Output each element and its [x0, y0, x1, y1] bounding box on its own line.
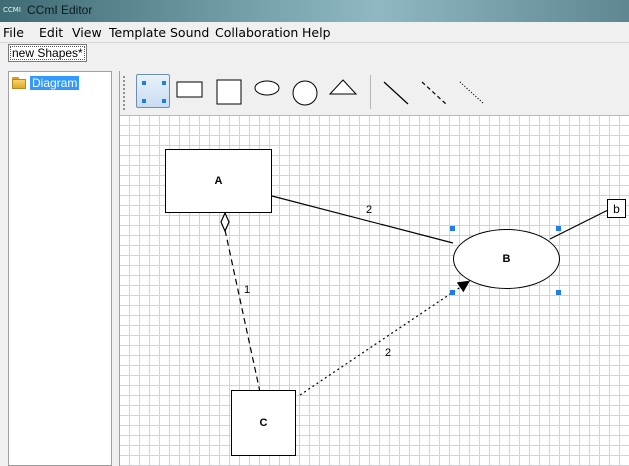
edge-a-b	[271, 195, 454, 244]
node-small-b-label: b	[613, 201, 620, 216]
edge-b-small	[549, 209, 609, 240]
selection-handle-bottom-right[interactable]	[556, 290, 561, 295]
edge-a-c-label: 1	[244, 284, 251, 296]
selection-handle-top-right[interactable]	[556, 226, 561, 231]
node-b[interactable]: B	[453, 229, 560, 289]
menu-bar: File Edit View Template Sound Collaborat…	[0, 22, 629, 43]
tab-new-shapes[interactable]: new Shapes*	[8, 44, 87, 62]
tree-item-diagram[interactable]: Diagram	[12, 76, 80, 90]
node-c-label: C	[259, 417, 268, 429]
rectangle-tool-button[interactable]	[173, 74, 207, 108]
ellipse-icon	[254, 80, 280, 96]
menu-collaboration[interactable]: Collaboration	[215, 25, 298, 40]
triangle-icon	[328, 79, 358, 95]
diagram-tree: Diagram	[8, 71, 112, 466]
menu-help[interactable]: Help	[302, 25, 331, 40]
node-small-b[interactable]: b	[607, 199, 626, 218]
menu-sound[interactable]: Sound	[170, 25, 209, 40]
square-tool-button[interactable]	[211, 74, 245, 108]
edge-a-b-label: 2	[366, 204, 373, 216]
title-bar: CCMI CCmI Editor	[0, 0, 629, 22]
diagram-editor: A B C b 2 1 2	[119, 71, 629, 466]
folder-icon	[12, 77, 26, 89]
selection-handle-bottom-left[interactable]	[450, 290, 455, 295]
selection-handle-top-left[interactable]	[450, 226, 455, 231]
circle-icon	[292, 80, 318, 106]
select-tool-button[interactable]	[136, 74, 170, 108]
toolbar-grip[interactable]	[122, 75, 126, 111]
shape-toolbar	[120, 71, 629, 115]
node-c[interactable]: C	[231, 390, 296, 456]
menu-template[interactable]: Template	[109, 25, 166, 40]
solid-line-icon	[383, 81, 409, 105]
menu-edit[interactable]: Edit	[39, 25, 63, 40]
solid-line-tool-button[interactable]	[378, 74, 412, 108]
window-title: CCmI Editor	[27, 3, 93, 17]
ellipse-tool-button[interactable]	[250, 74, 284, 108]
square-icon	[216, 79, 242, 105]
aggregation-diamond	[220, 211, 230, 233]
dashed-line-icon	[421, 81, 447, 105]
node-a[interactable]: A	[165, 149, 272, 213]
node-b-label: B	[502, 253, 511, 265]
edge-c-b	[299, 280, 470, 396]
dotted-line-icon	[459, 81, 485, 105]
dotted-line-tool-button[interactable]	[454, 74, 488, 108]
rectangle-icon	[176, 81, 203, 98]
dashed-line-tool-button[interactable]	[416, 74, 450, 108]
menu-view[interactable]: View	[72, 25, 102, 40]
edge-a-c	[224, 229, 261, 393]
menu-file[interactable]: File	[3, 25, 24, 40]
document-tabs: new Shapes*	[0, 43, 629, 65]
toolbar-separator	[370, 75, 371, 109]
app-icon: CCMI	[3, 6, 21, 14]
selection-handles-icon	[142, 81, 166, 103]
node-a-label: A	[214, 175, 223, 187]
edge-c-b-label: 2	[385, 347, 392, 359]
tree-item-label: Diagram	[30, 76, 80, 90]
diagram-canvas[interactable]: A B C b 2 1 2	[120, 115, 629, 466]
circle-tool-button[interactable]	[288, 74, 322, 108]
triangle-tool-button[interactable]	[326, 74, 360, 108]
